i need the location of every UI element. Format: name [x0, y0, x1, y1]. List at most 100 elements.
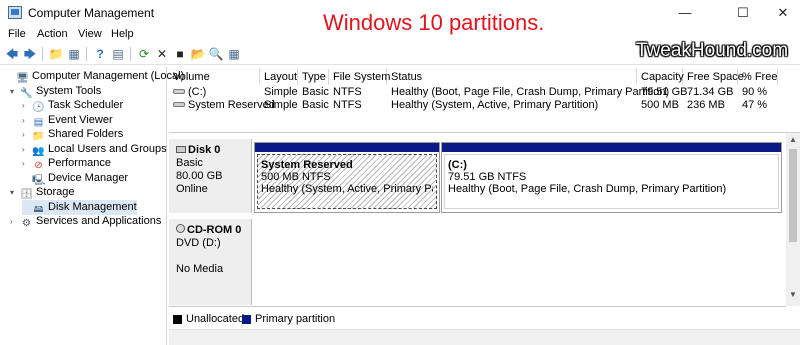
expand-arrow-icon[interactable]: ›: [22, 98, 32, 113]
column-header-free-space[interactable]: Free Space: [683, 69, 744, 85]
open-folder-icon[interactable]: 📂: [190, 46, 206, 62]
cdrom-0-name: CD-ROM 0: [187, 224, 242, 236]
volume-sysres-capacity: 500 MB: [641, 99, 679, 111]
partition-c-name: (C:): [448, 159, 467, 171]
partition-system-reserved[interactable]: System Reserved 500 MB NTFS Healthy (Sys…: [254, 142, 440, 213]
back-arrow-icon[interactable]: 🡄: [4, 46, 20, 62]
column-header-volume[interactable]: Volume: [169, 69, 260, 85]
partition-sysres-name: System Reserved: [261, 159, 353, 171]
toolbar-separator: [42, 47, 43, 61]
volume-sysres-status: Healthy (System, Active, Primary Partiti…: [391, 99, 599, 111]
column-header-capacity[interactable]: Capacity: [637, 69, 684, 85]
close-button[interactable]: ✕: [760, 0, 800, 26]
disk-0-size: 80.00 GB: [176, 170, 223, 182]
column-header-layout[interactable]: Layout: [260, 69, 298, 85]
tree-item-system-tools[interactable]: ▾ 🔧 System Tools: [10, 84, 101, 99]
volume-sysres-type: Basic: [302, 99, 329, 111]
menu-help[interactable]: Help: [111, 28, 134, 40]
expand-arrow-icon[interactable]: ›: [10, 214, 20, 229]
horizontal-scrollbar[interactable]: [169, 329, 800, 345]
column-header-file-system[interactable]: File System: [329, 69, 390, 85]
tree-item-label: Performance: [48, 157, 111, 169]
tree-item-label: Disk Management: [48, 201, 137, 213]
partition-c[interactable]: (C:) 79.51 GB NTFS Healthy (Boot, Page F…: [441, 142, 782, 213]
cdrom-0-label[interactable]: CD-ROM 0 DVD (D:) No Media: [169, 219, 252, 305]
legend-primary-partition: Primary partition: [255, 313, 336, 325]
volume-sysres-free-space: 236 MB: [687, 99, 725, 111]
delete-icon[interactable]: ✕: [154, 46, 170, 62]
forward-arrow-icon[interactable]: 🡆: [22, 46, 38, 62]
partition-c-size: 79.51 GB NTFS: [448, 171, 527, 183]
expand-arrow-icon[interactable]: ›: [22, 113, 32, 128]
partition-sysres-size: 500 MB NTFS: [261, 171, 331, 183]
volume-sysres-name[interactable]: System Reserved: [169, 98, 275, 113]
volume-list: Volume Layout Type File System Status Ca…: [169, 67, 800, 131]
tree-item-performance[interactable]: › ⊘ Performance: [22, 156, 111, 171]
drive-icon: [173, 102, 185, 107]
disk-0-name: Disk 0: [188, 144, 221, 156]
properties-sheet-icon[interactable]: ■: [172, 46, 188, 62]
disk-0-label[interactable]: Disk 0 Basic 80.00 GB Online: [169, 139, 252, 213]
menu-file[interactable]: File: [8, 28, 26, 40]
search-icon[interactable]: 🔍: [208, 46, 224, 62]
menu-action[interactable]: Action: [37, 28, 68, 40]
column-header-status[interactable]: Status: [387, 69, 637, 85]
disk-layout-pane: Disk 0 Basic 80.00 GB Online System Rese…: [169, 132, 800, 345]
collapse-arrow-icon[interactable]: ▾: [10, 185, 20, 200]
collapse-arrow-icon[interactable]: ▾: [10, 84, 20, 99]
expand-arrow-icon[interactable]: ›: [22, 127, 32, 142]
properties-icon[interactable]: ▤: [110, 46, 126, 62]
tree-item-storage[interactable]: ▾ 🗄 Storage: [10, 185, 75, 200]
computer-management-app-icon: [8, 6, 22, 19]
disk-0-type: Basic: [176, 157, 203, 169]
tree-item-disk-management[interactable]: 🖴 Disk Management: [22, 200, 137, 215]
cdrom-0-type: DVD (D:): [176, 237, 221, 249]
tree-item-device-manager[interactable]: 🖳 Device Manager: [22, 171, 128, 186]
toolbar-separator: [86, 47, 87, 61]
unallocated-swatch: [173, 315, 182, 324]
tree-item-services-and-applications[interactable]: › ⚙ Services and Applications: [10, 214, 161, 229]
toolbar: 🡄 🡆 📁 ▦ ? ▤ ⟳ ✕ ■ 📂 🔍 ▦: [0, 43, 800, 65]
tree-item-label: Event Viewer: [48, 114, 113, 126]
tree-item-label: Shared Folders: [48, 128, 124, 140]
drive-icon: [173, 89, 185, 94]
tree-item-shared-folders[interactable]: › 📁 Shared Folders: [22, 127, 123, 142]
window-title: Computer Management: [28, 6, 155, 20]
menu-bar: File Action View Help: [0, 26, 800, 42]
up-folder-icon[interactable]: 📁: [48, 46, 64, 62]
scroll-down-arrow-icon[interactable]: ▼: [786, 290, 800, 302]
volume-sysres-layout: Simple: [264, 99, 298, 111]
column-header-percent-free[interactable]: % Free: [738, 69, 778, 85]
column-header-type[interactable]: Type: [298, 69, 329, 85]
minimize-button[interactable]: —: [662, 0, 708, 26]
refresh-icon[interactable]: ⟳: [136, 46, 152, 62]
vertical-scrollbar[interactable]: ▲ ▼: [786, 133, 800, 306]
scroll-thumb[interactable]: [789, 149, 797, 242]
grid-view-icon[interactable]: ▦: [226, 46, 242, 62]
expand-arrow-icon[interactable]: ›: [22, 142, 32, 157]
expand-arrow-icon[interactable]: ›: [22, 156, 32, 171]
disk-icon: [176, 146, 186, 153]
primary-partition-bar: [442, 143, 781, 152]
tree-item-event-viewer[interactable]: › ▤ Event Viewer: [22, 113, 113, 128]
tree-item-label: System Tools: [36, 85, 102, 97]
tree-item-computer-management-local[interactable]: 🖥 Computer Management (Local): [6, 69, 184, 84]
cdrom-icon: [176, 224, 185, 233]
tree-item-label: Services and Applications: [36, 215, 162, 227]
help-icon[interactable]: ?: [92, 46, 108, 62]
menu-view[interactable]: View: [78, 28, 102, 40]
partition-c-status: Healthy (Boot, Page File, Crash Dump, Pr…: [448, 183, 727, 195]
volume-c-name-text: (C:): [188, 86, 207, 98]
scroll-up-arrow-icon[interactable]: ▲: [786, 135, 800, 147]
toolbar-separator: [130, 47, 131, 61]
tree-item-label: Computer Management (Local): [32, 70, 185, 82]
tree-item-local-users-and-groups[interactable]: › 👥 Local Users and Groups: [22, 142, 167, 157]
legend-unallocated: Unallocated: [186, 313, 245, 325]
primary-partition-swatch: [242, 315, 251, 324]
cdrom-0-state: No Media: [176, 263, 224, 275]
disk-0-state: Online: [176, 183, 208, 195]
services-icon: ⚙: [22, 218, 31, 229]
tree-item-task-scheduler[interactable]: › 🕒 Task Scheduler: [22, 98, 123, 113]
show-hide-tree-icon[interactable]: ▦: [66, 46, 82, 62]
